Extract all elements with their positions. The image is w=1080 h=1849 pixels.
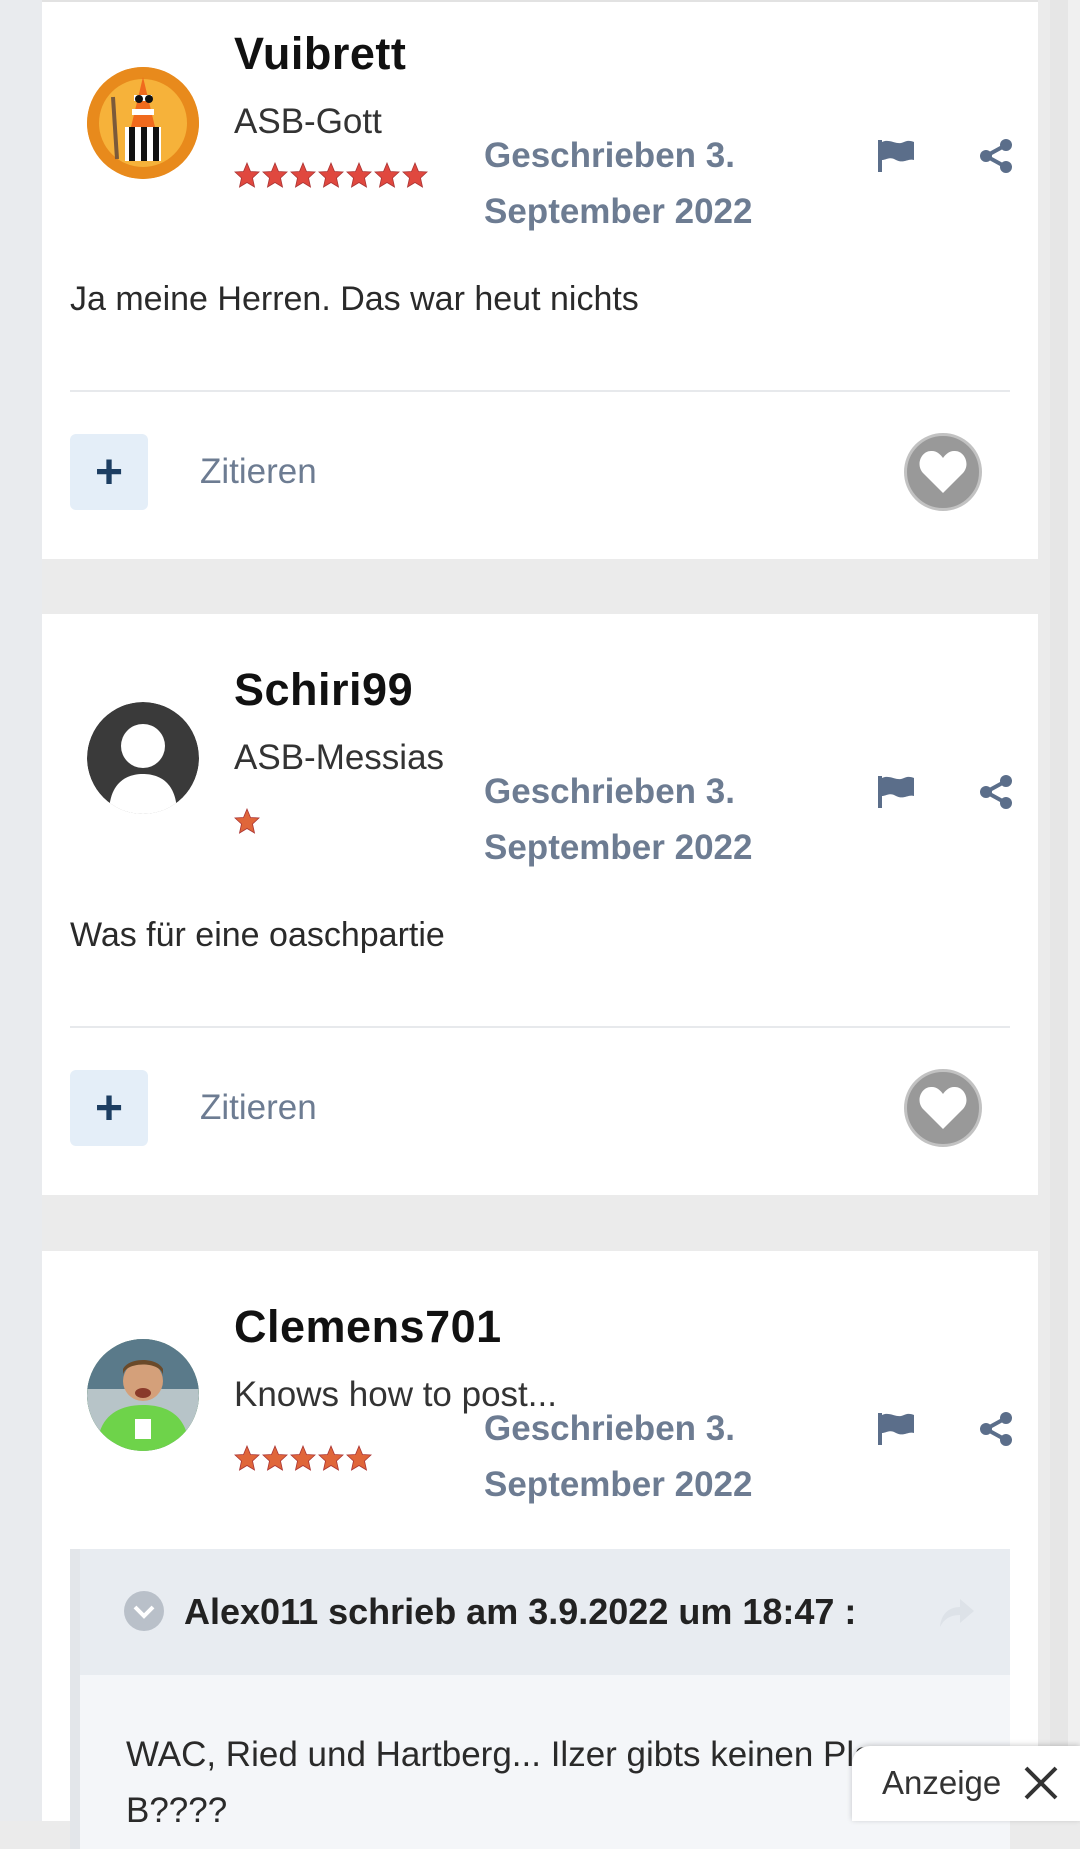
divider — [70, 390, 1010, 392]
star-icon — [318, 1445, 344, 1471]
flag-icon[interactable] — [876, 138, 916, 174]
avatar[interactable] — [87, 67, 199, 179]
post-date[interactable]: Geschrieben 3. September 2022 — [484, 1401, 814, 1513]
star-icon — [290, 162, 316, 188]
multiquote-button[interactable]: + — [70, 434, 148, 510]
go-to-quote-icon[interactable] — [938, 1597, 976, 1629]
avatar[interactable] — [87, 702, 199, 814]
heart-icon — [919, 1086, 967, 1129]
like-button[interactable] — [904, 1069, 982, 1147]
user-rank: ASB-Messias — [234, 738, 445, 777]
post-date-text: Geschrieben 3. September 2022 — [484, 136, 753, 231]
star-icon — [402, 162, 428, 188]
page-left-gutter — [0, 0, 42, 1821]
username[interactable]: Vuibrett — [234, 28, 406, 80]
rank-stars — [234, 808, 260, 834]
star-icon — [262, 1445, 288, 1471]
post-date-text: Geschrieben 3. September 2022 — [484, 1409, 753, 1504]
avatar[interactable] — [87, 1339, 199, 1451]
star-icon — [318, 162, 344, 188]
ad-label: Anzeige — [882, 1764, 1002, 1801]
flag-icon[interactable] — [876, 1411, 916, 1447]
heart-icon — [919, 450, 967, 493]
star-icon — [374, 162, 400, 188]
like-button[interactable] — [904, 433, 982, 511]
post-date[interactable]: Geschrieben 3. September 2022 — [484, 764, 814, 876]
rank-stars — [234, 162, 428, 188]
post-content: Ja meine Herren. Das war heut nichts — [70, 280, 639, 318]
ad-bar: Anzeige — [852, 1746, 1080, 1821]
quote-button[interactable]: Zitieren — [200, 1088, 317, 1128]
post-date[interactable]: Geschrieben 3. September 2022 — [484, 128, 814, 240]
flag-icon[interactable] — [876, 774, 916, 810]
star-icon — [290, 1445, 316, 1471]
quote-button[interactable]: Zitieren — [200, 452, 317, 492]
close-icon[interactable] — [1022, 1764, 1060, 1802]
post-card: Schiri99 ASB-Messias Geschrieben 3. Sept… — [42, 614, 1038, 1195]
plus-icon: + — [94, 445, 124, 499]
star-icon — [234, 1445, 260, 1471]
quote-text: WAC, Ried und Hartberg... Ilzer gibts ke… — [126, 1735, 894, 1830]
post-card: Vuibrett ASB-Gott Geschrieben 3. Septemb… — [42, 0, 1038, 559]
multiquote-button[interactable]: + — [70, 1070, 148, 1146]
star-icon — [346, 162, 372, 188]
plus-icon: + — [94, 1081, 124, 1135]
share-icon[interactable] — [978, 774, 1014, 810]
rank-stars — [234, 1445, 372, 1471]
quote-header: Alex011 schrieb am 3.9.2022 um 18:47 : — [80, 1549, 1010, 1675]
username[interactable]: Schiri99 — [234, 664, 413, 716]
star-icon — [346, 1445, 372, 1471]
star-icon — [234, 162, 260, 188]
share-icon[interactable] — [978, 1411, 1014, 1447]
post-card: Clemens701 Knows how to post... Geschrie… — [42, 1251, 1038, 1849]
share-icon[interactable] — [978, 138, 1014, 174]
post-date-text: Geschrieben 3. September 2022 — [484, 772, 753, 867]
chevron-down-icon[interactable] — [124, 1591, 164, 1631]
scrollbar-track[interactable] — [1068, 0, 1080, 1821]
divider — [70, 1026, 1010, 1028]
star-icon — [262, 162, 288, 188]
quote-author[interactable]: Alex011 schrieb am 3.9.2022 um 18:47 : — [184, 1591, 856, 1633]
post-content: Was für eine oaschpartie — [70, 916, 445, 954]
user-rank: ASB-Gott — [234, 102, 382, 141]
username[interactable]: Clemens701 — [234, 1301, 502, 1353]
star-icon — [234, 808, 260, 834]
